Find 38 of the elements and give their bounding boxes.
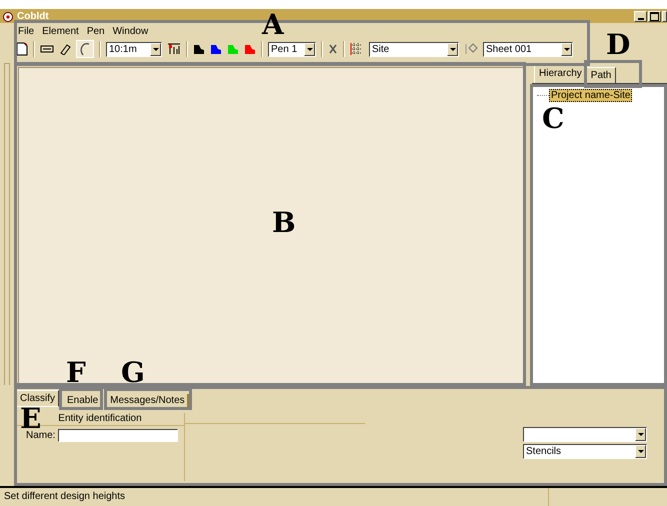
annotation-label: G [121,358,145,388]
dropdown[interactable] [523,427,647,442]
layer-dropdown[interactable]: Site [369,42,459,56]
pen-color-icon[interactable] [227,44,239,54]
height-scale-icon[interactable] [167,42,181,56]
annotation-label: C [542,104,564,134]
close-button[interactable] [662,10,667,22]
annotation-label: B [272,208,296,238]
minimize-button[interactable] [634,10,647,22]
arc-tool-icon[interactable] [76,40,94,58]
window-title: Cobldt [17,10,49,22]
new-document-icon[interactable] [16,42,28,56]
sheet-layers-icon[interactable] [464,42,478,56]
menu-item[interactable]: Element [42,26,79,36]
pen-color-icon[interactable] [193,44,205,54]
panel-tab[interactable]: Enable [65,394,102,407]
menu-item[interactable]: Pen [86,26,105,36]
maximize-button[interactable] [648,10,661,22]
stencils-dropdown[interactable]: Stencils [523,444,647,459]
app-icon [2,10,14,22]
tree-item[interactable]: Project name-Site [549,89,632,102]
pen-color-icon[interactable] [210,44,222,54]
menu-item[interactable]: File [18,26,34,36]
panel-tab[interactable]: Classify [16,390,60,407]
menu-item[interactable]: Window [112,26,148,36]
annotation-label: A [262,10,284,40]
status-text: Set different design heights [0,488,549,506]
panel-tab[interactable]: Messages/Notes [108,394,189,407]
eraser-icon[interactable] [59,43,71,55]
sheet-dropdown[interactable]: Sheet 001 [483,42,573,56]
annotation-label: D [606,30,630,60]
scale-dropdown[interactable]: 10:1m [106,42,162,56]
annotation-label: F [66,358,86,388]
name-field[interactable] [58,429,178,442]
rectangle-tool-icon[interactable] [40,44,54,54]
layer-grid-icon[interactable] [350,42,364,56]
pen-color-icon[interactable] [244,44,256,54]
pen-dropdown[interactable]: Pen 1 [268,42,316,56]
